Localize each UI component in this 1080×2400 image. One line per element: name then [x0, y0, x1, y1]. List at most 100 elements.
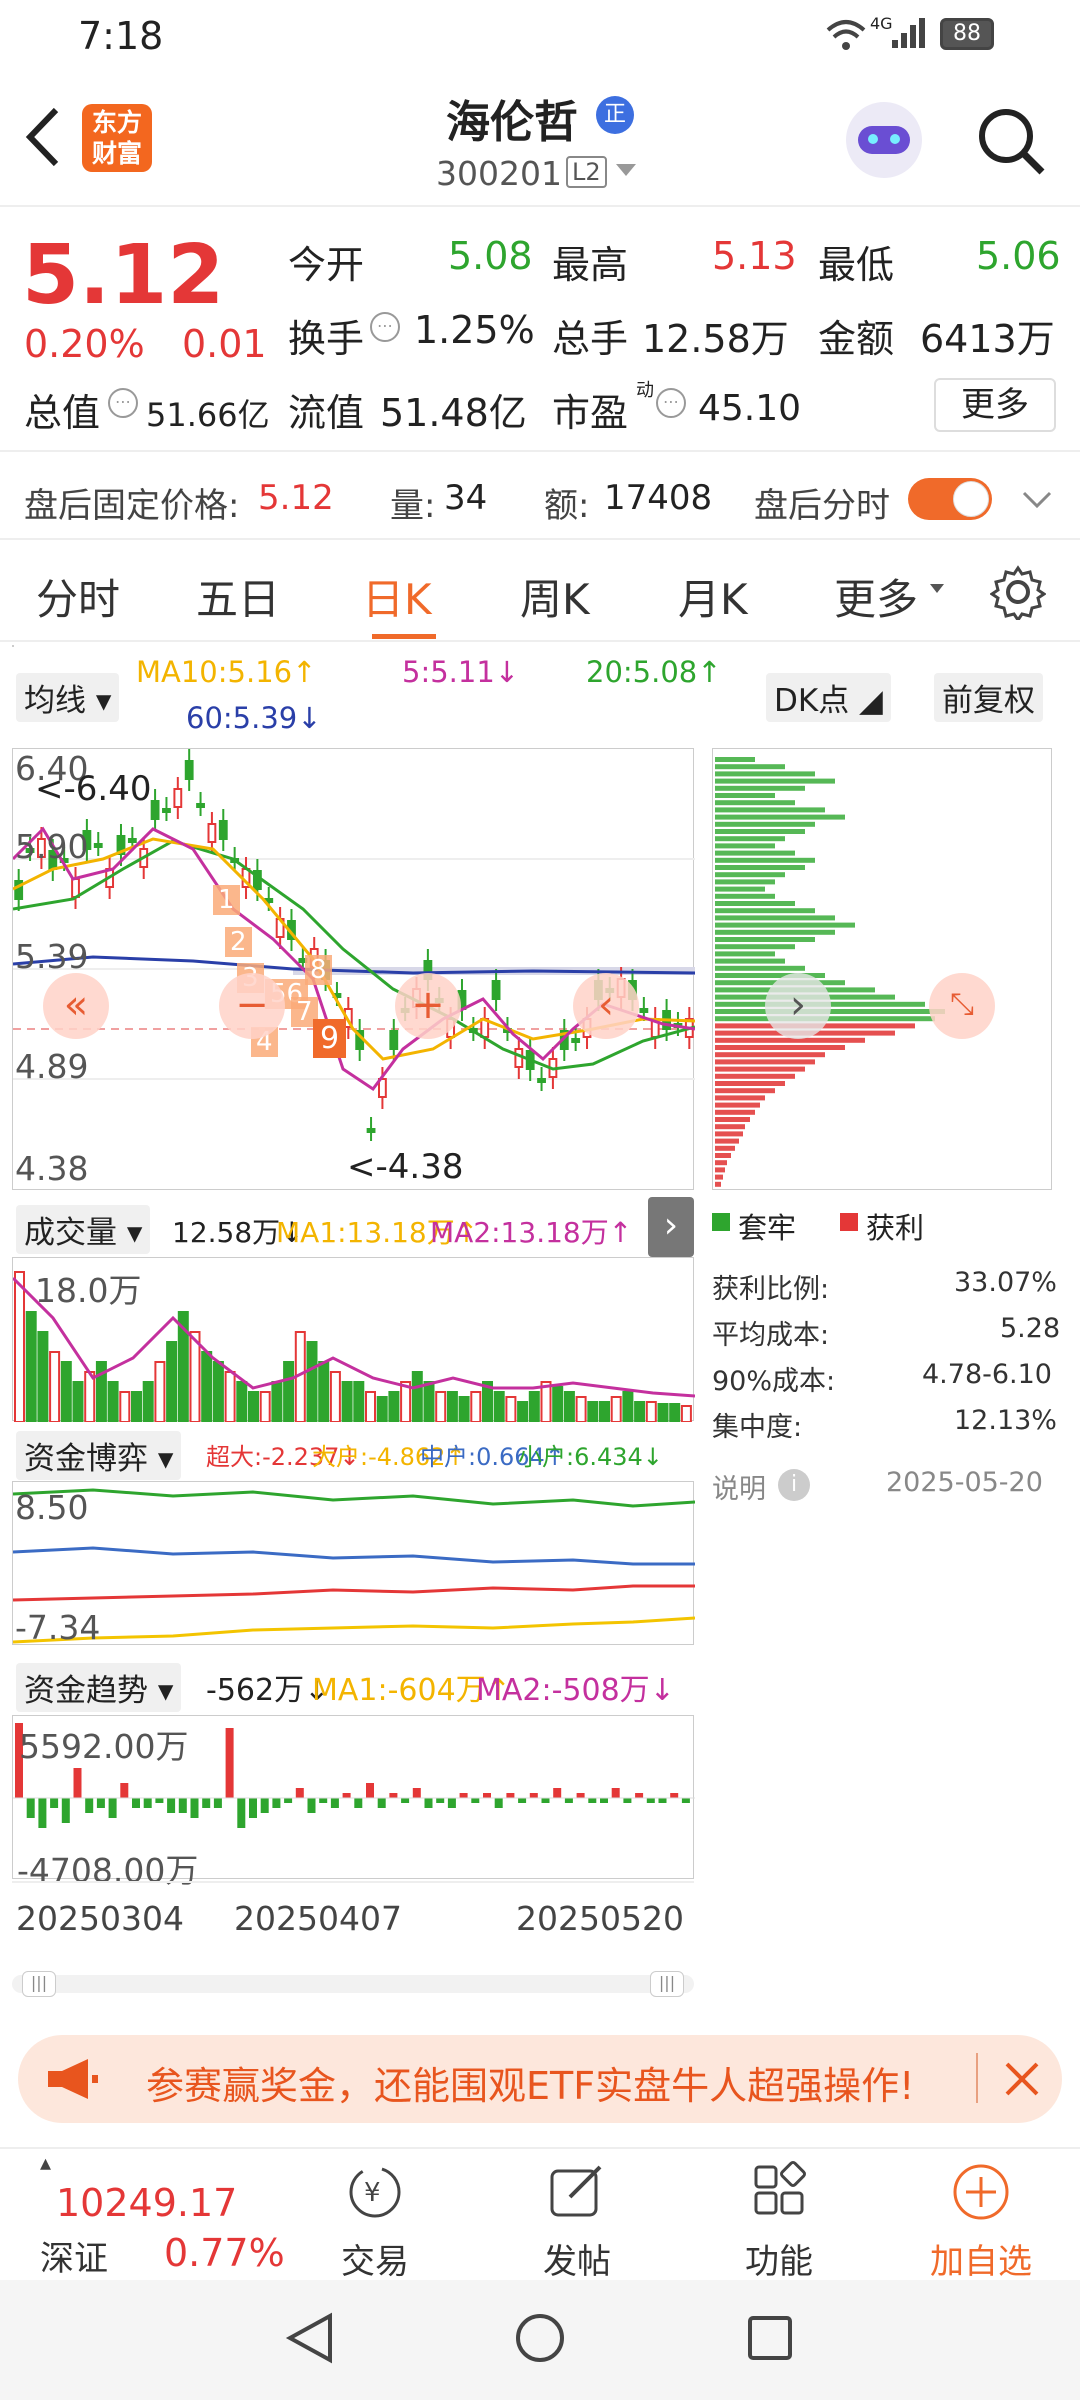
more-button[interactable]: 更多 [934, 378, 1056, 432]
tab-five-day[interactable]: 五日 [196, 566, 280, 627]
settings-gear-icon[interactable] [990, 564, 1046, 620]
volume-bar [201, 1351, 213, 1422]
capital-trend-bar [401, 1798, 410, 1803]
explain-label[interactable]: 说明 [712, 1467, 766, 1506]
capital-trend-bottom-label: -4708.00万 [17, 1851, 199, 1890]
capital-trend-bar [541, 1798, 550, 1803]
candle-body [537, 1078, 546, 1083]
volume-bar [119, 1391, 131, 1422]
chip-bar [715, 800, 795, 806]
range-scrollbar[interactable]: ||| ||| [12, 1971, 694, 1997]
tab-monthly-k[interactable]: 月K [678, 566, 748, 627]
capital-trend-bar [518, 1798, 527, 1803]
expand-side-panel-button[interactable]: › [648, 1197, 694, 1257]
volume-panel[interactable]: 18.0万 [12, 1257, 695, 1422]
nav-trade[interactable]: ¥ 交易 [310, 2159, 440, 2283]
info-icon[interactable]: ⋯ [370, 312, 400, 342]
verified-badge: 正 [596, 96, 634, 134]
close-icon[interactable] [1004, 2061, 1040, 2097]
capital-trend-bar [155, 1798, 164, 1803]
signal-marker[interactable]: 2 [225, 927, 252, 957]
volume-value: 12.58万 [642, 317, 789, 361]
zoom-out-button[interactable]: − [219, 973, 285, 1039]
volume-bar [142, 1381, 154, 1422]
scroll-left-handle[interactable]: ||| [22, 1971, 56, 1997]
adjust-select[interactable]: 前复权 [934, 673, 1043, 722]
capital-trend-bar [38, 1798, 47, 1828]
ma-select[interactable]: 均线 ▾ [16, 673, 120, 722]
index-change[interactable]: 0.77% [164, 2231, 285, 2275]
signal-marker[interactable]: 8 [305, 955, 332, 985]
tab-daily-k[interactable]: 日K [362, 566, 432, 627]
volume-bar [14, 1271, 25, 1422]
profit-legend-label: 获利 [866, 1211, 925, 1245]
zoom-in-button[interactable]: + [395, 973, 461, 1039]
nav-post[interactable]: 发帖 [512, 2159, 642, 2283]
chip-bar [715, 865, 805, 870]
low-value: 5.06 [976, 234, 1061, 278]
kline-panel[interactable]: 6.40 5.90 5.39 4.89 4.38 <-6.40 <-4.38 1… [12, 748, 695, 1190]
volume-bar [470, 1391, 482, 1422]
volume-indicator-select[interactable]: 成交量 ▾ [16, 1205, 151, 1254]
tab-weekly-k[interactable]: 周K [520, 566, 590, 627]
chip-bar [715, 1145, 735, 1151]
promo-banner[interactable]: 参赛赢奖金，还能围观ETF实盘牛人超强操作! [18, 2035, 1062, 2123]
min-price-label: <-4.38 [347, 1147, 464, 1187]
recents-square-icon[interactable] [742, 2310, 798, 2366]
back-icon[interactable] [22, 106, 62, 168]
level-dropdown-icon[interactable] [616, 164, 636, 176]
dk-point-select[interactable]: DK点 ◢ [766, 673, 891, 722]
app-logo[interactable]: 东方 财富 [82, 104, 152, 172]
stock-code: 300201 [436, 154, 562, 193]
capital-trend-bar [50, 1798, 59, 1808]
capital-trend-panel[interactable]: 5592.00万 -4708.00万 [12, 1715, 695, 1890]
capital-trend-select[interactable]: 资金趋势 ▾ [16, 1663, 182, 1712]
chip-distribution-panel[interactable]: › ⤡ [712, 748, 1052, 1190]
chip-bar [715, 829, 805, 834]
index-name[interactable]: 深证 [40, 2231, 108, 2280]
active-tab-indicator [372, 634, 436, 639]
chevron-down-icon[interactable] [1022, 490, 1052, 510]
chip-bar [715, 901, 795, 906]
info-icon[interactable]: ⋯ [656, 388, 686, 418]
nav-add-watchlist[interactable]: 加自选 [916, 2159, 1046, 2283]
capital-game-select[interactable]: 资金博弈 ▾ [16, 1431, 182, 1480]
capital-trend-bar [108, 1798, 117, 1818]
home-circle-icon[interactable] [512, 2310, 568, 2366]
candle-body [150, 800, 160, 820]
nav-function[interactable]: 功能 [714, 2159, 844, 2283]
search-icon[interactable] [976, 106, 1046, 176]
volume-label: 总手 [552, 317, 629, 361]
step-back-button[interactable]: ‹ [573, 973, 639, 1039]
candle-body [514, 1048, 524, 1068]
volume-bar [517, 1401, 529, 1422]
assistant-avatar[interactable] [846, 102, 922, 178]
change-amount: 0.01 [182, 322, 267, 366]
signal-marker[interactable]: 1 [213, 885, 240, 915]
date-label: 20250520 [516, 1899, 684, 1938]
chip-bar [715, 764, 785, 770]
capital-trend-bar [471, 1798, 480, 1803]
edit-icon [550, 2165, 602, 2217]
tab-minute[interactable]: 分时 [36, 566, 120, 627]
info-icon[interactable]: i [778, 1469, 810, 1501]
chip-bar [715, 879, 775, 885]
status-bar: 7:18 4G 88 [0, 0, 1080, 72]
volume-bar [365, 1391, 376, 1422]
scroll-right-handle[interactable]: ||| [650, 1971, 684, 1997]
index-value[interactable]: 10249.17 [56, 2181, 237, 2225]
tab-more[interactable]: 更多 [834, 566, 918, 627]
signal-marker[interactable]: 9 [313, 1019, 347, 1058]
expand-icon[interactable]: ⤡ [929, 973, 995, 1039]
next-button[interactable]: › [765, 973, 831, 1039]
cost90-label: 90%成本: [712, 1366, 836, 1397]
volume-bar [435, 1391, 447, 1422]
capital-game-panel[interactable]: 8.50 -7.34 [12, 1481, 695, 1647]
capital-trend-bar [319, 1798, 328, 1803]
candle-body [173, 788, 183, 808]
info-icon[interactable]: ⋯ [108, 388, 138, 418]
back-triangle-icon[interactable] [282, 2310, 338, 2366]
fast-back-button[interactable]: « [43, 973, 109, 1039]
after-hours-toggle[interactable] [908, 478, 992, 520]
chip-date: 2025-05-20 [886, 1467, 1043, 1498]
